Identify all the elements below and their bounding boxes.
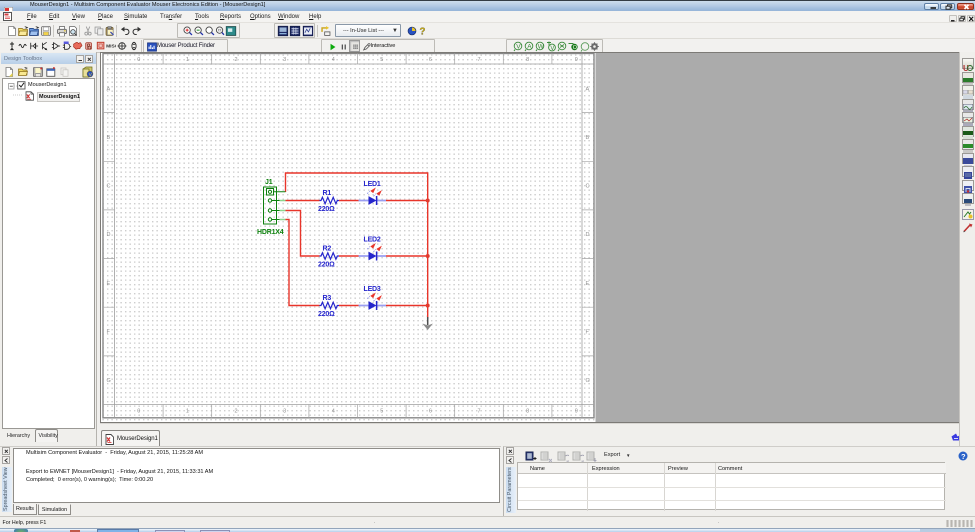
svg-text:LED2: LED2 [364, 237, 381, 244]
svg-text:D: D [107, 232, 111, 238]
svg-text:0: 0 [137, 409, 140, 415]
svg-text:E: E [107, 281, 111, 287]
svg-text:6: 6 [429, 409, 432, 415]
svg-text:A: A [107, 86, 111, 92]
svg-text:C: C [586, 184, 590, 190]
svg-text:C: C [107, 184, 111, 190]
svg-text:?: ? [961, 452, 966, 461]
svg-text:7: 7 [478, 409, 481, 415]
svg-text:5: 5 [380, 57, 383, 63]
svg-text:01: 01 [87, 45, 92, 50]
svg-text:9: 9 [575, 57, 578, 63]
svg-text:LED1: LED1 [364, 181, 381, 188]
svg-text:R2: R2 [323, 246, 332, 253]
svg-text:V: V [550, 45, 554, 51]
svg-text:8: 8 [526, 57, 529, 63]
svg-text:2: 2 [235, 409, 238, 415]
svg-text:D: D [586, 232, 590, 238]
svg-text:LED3: LED3 [364, 286, 381, 293]
svg-text:8: 8 [526, 409, 529, 415]
svg-text:A: A [586, 86, 590, 92]
svg-text:9: 9 [575, 409, 578, 415]
svg-text:220Ω: 220Ω [318, 206, 335, 213]
svg-text:B: B [586, 135, 590, 141]
svg-text:J1: J1 [265, 179, 273, 186]
svg-text:V: V [89, 72, 92, 77]
svg-text:R1: R1 [323, 190, 332, 197]
svg-text:4: 4 [332, 409, 335, 415]
svg-text:A: A [527, 43, 532, 50]
svg-text:1: 1 [186, 57, 189, 63]
svg-text:HDR1X4: HDR1X4 [257, 229, 284, 236]
svg-text:E: E [586, 281, 590, 287]
svg-text:3: 3 [283, 57, 286, 63]
svg-text:R3: R3 [323, 295, 332, 302]
svg-text:7: 7 [478, 57, 481, 63]
svg-text:5: 5 [380, 409, 383, 415]
svg-text:B: B [107, 135, 111, 141]
svg-text:4: 4 [332, 57, 335, 63]
svg-text:220Ω: 220Ω [318, 262, 335, 269]
svg-text:3: 3 [283, 409, 286, 415]
svg-text:2: 2 [235, 57, 238, 63]
svg-text:0: 0 [137, 57, 140, 63]
svg-text:O: O [573, 45, 578, 51]
svg-text:G: G [107, 378, 111, 384]
svg-text:220Ω: 220Ω [318, 311, 335, 318]
svg-text:G: G [586, 378, 590, 384]
svg-text:V: V [516, 43, 521, 50]
svg-text:W: W [538, 43, 545, 50]
svg-text:6: 6 [429, 57, 432, 63]
svg-text:MISC: MISC [106, 44, 116, 50]
svg-text:1: 1 [186, 409, 189, 415]
svg-text:?: ? [419, 26, 425, 36]
